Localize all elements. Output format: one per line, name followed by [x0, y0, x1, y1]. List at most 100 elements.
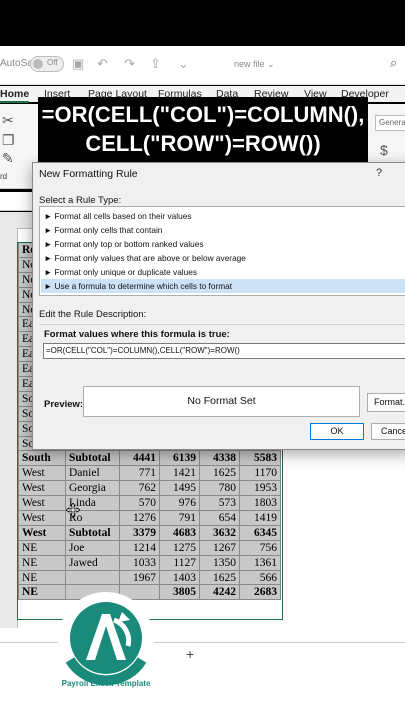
table-cell[interactable]: Joe: [65, 539, 120, 556]
table-cell[interactable]: West: [18, 465, 66, 482]
redo-icon[interactable]: ↷: [124, 56, 135, 72]
tab-home[interactable]: Home: [0, 88, 30, 103]
table-cell[interactable]: West: [18, 480, 66, 497]
table-cell[interactable]: 976: [159, 495, 200, 512]
table-cell[interactable]: Georgia: [65, 480, 120, 497]
table-row: West Linda 570 976 573 1803: [18, 495, 281, 512]
subtotal-row: South Subtotal 4441 6139 4338 5583: [18, 450, 281, 467]
table-cell[interactable]: Subtotal: [65, 524, 120, 541]
table-cell[interactable]: 1276: [119, 510, 160, 526]
add-sheet-button[interactable]: +: [186, 646, 194, 662]
table-cell[interactable]: West: [18, 524, 66, 541]
rule-type-item[interactable]: ► Format only unique or duplicate values: [44, 265, 405, 279]
table-cell[interactable]: 1361: [239, 554, 281, 571]
table-cell[interactable]: 570: [119, 495, 160, 512]
currency-icon[interactable]: $: [380, 142, 388, 158]
table-cell[interactable]: 780: [199, 480, 240, 497]
table-cell[interactable]: 1170: [239, 465, 281, 482]
cut-icon[interactable]: ✂: [2, 112, 14, 129]
table-cell[interactable]: 1495: [159, 480, 200, 497]
format-button[interactable]: Format...: [367, 393, 405, 412]
caption-line-1: =OR(CELL("COL")=COLUMN(),: [41, 102, 365, 127]
rule-type-item[interactable]: ► Format all cells based on their values: [44, 209, 405, 223]
table-cell[interactable]: 1625: [199, 465, 240, 482]
table-cell[interactable]: 1127: [159, 554, 200, 571]
preview-label: Preview:: [44, 399, 84, 410]
search-icon[interactable]: ⌕: [390, 55, 397, 71]
table-cell[interactable]: 762: [119, 480, 160, 497]
table-cell[interactable]: South: [18, 450, 66, 467]
share-icon[interactable]: ⇪: [150, 56, 161, 72]
table-cell[interactable]: 1419: [239, 510, 281, 526]
table-cell[interactable]: NE: [18, 569, 66, 586]
rule-type-item[interactable]: ► Format only cells that contain: [44, 223, 405, 237]
table-cell[interactable]: 4441: [119, 450, 160, 467]
rule-type-item[interactable]: ► Format only top or bottom ranked value…: [44, 237, 405, 251]
svg-text:Payroll Excell Template: Payroll Excell Template: [62, 679, 151, 688]
table-row: West Ro 1276 791 654 1419: [18, 510, 281, 526]
table-cell[interactable]: 1033: [119, 554, 160, 571]
help-icon[interactable]: ?: [376, 167, 382, 179]
more-icon[interactable]: ⌄: [178, 56, 189, 72]
table-cell[interactable]: 1403: [159, 569, 200, 586]
table-row: NE 1967 1403 1625 566: [18, 569, 281, 586]
table-cell[interactable]: West: [18, 495, 66, 512]
rule-type-item[interactable]: ► Format only values that are above or b…: [44, 251, 405, 265]
number-format-box[interactable]: General: [375, 115, 405, 131]
formula-input[interactable]: =OR(CELL("COL")=COLUMN(),CELL("ROW")=ROW…: [43, 343, 405, 359]
table-cell[interactable]: 1953: [239, 480, 281, 497]
table-cell[interactable]: 4338: [199, 450, 240, 467]
preview-box: No Format Set: [83, 386, 360, 417]
table-cell[interactable]: West: [18, 510, 66, 526]
table-cell[interactable]: 6139: [159, 450, 200, 467]
copy-icon[interactable]: ❐: [2, 132, 15, 149]
table-cell[interactable]: 1350: [199, 554, 240, 571]
autosave-toggle[interactable]: Off: [30, 56, 64, 72]
edit-rule-label: Edit the Rule Description:: [39, 309, 147, 320]
toggle-knob: [33, 59, 43, 69]
rule-type-item-selected[interactable]: ► Use a formula to determine which cells…: [41, 279, 405, 293]
table-row: West Daniel 771 1421 1625 1170: [18, 465, 281, 482]
table-cell[interactable]: 791: [159, 510, 200, 526]
table-cell[interactable]: Jawed: [65, 554, 120, 571]
new-formatting-rule-dialog: New Formatting Rule ? Select a Rule Type…: [32, 162, 405, 450]
screen: AutoSave Off ▣ ↶ ↷ ⇪ ⌄ new file ⌄ ⌕ Home…: [0, 0, 405, 720]
table-cell[interactable]: 1214: [119, 539, 160, 556]
table-cell[interactable]: 4242: [199, 584, 240, 601]
subtotal-row: West Subtotal 3379 4683 3632 6345: [18, 524, 281, 541]
table-cell[interactable]: 3632: [199, 524, 240, 541]
caption-line-2: CELL("ROW")=ROW()): [85, 131, 321, 156]
table-cell[interactable]: 756: [239, 539, 281, 556]
save-icon[interactable]: ▣: [72, 56, 84, 72]
table-cell[interactable]: 1803: [239, 495, 281, 512]
formula-label: Format values where this formula is true…: [44, 329, 230, 340]
table-cell[interactable]: 4683: [159, 524, 200, 541]
table-cell[interactable]: Daniel: [65, 465, 120, 482]
table-cell[interactable]: 5583: [239, 450, 281, 467]
table-cell[interactable]: 771: [119, 465, 160, 482]
table-cell[interactable]: 1421: [159, 465, 200, 482]
table-cell[interactable]: 1967: [119, 569, 160, 586]
table-cell[interactable]: 654: [199, 510, 240, 526]
move-cursor-icon: [66, 503, 80, 517]
table-cell[interactable]: NE: [18, 539, 66, 556]
format-painter-icon[interactable]: ✎: [2, 150, 14, 167]
table-cell[interactable]: NE: [18, 554, 66, 571]
table-cell[interactable]: Subtotal: [65, 450, 120, 467]
row-headers: [0, 228, 18, 628]
rule-type-list[interactable]: ► Format all cells based on their values…: [39, 206, 405, 296]
table-cell[interactable]: 6345: [239, 524, 281, 541]
table-cell[interactable]: 566: [239, 569, 281, 586]
table-cell[interactable]: 3379: [119, 524, 160, 541]
table-cell[interactable]: 1625: [199, 569, 240, 586]
table-cell[interactable]: [65, 569, 120, 586]
table-cell[interactable]: 1267: [199, 539, 240, 556]
table-cell[interactable]: 1275: [159, 539, 200, 556]
table-cell[interactable]: 2683: [239, 584, 281, 601]
table-cell[interactable]: 3805: [159, 584, 200, 601]
table-cell[interactable]: 573: [199, 495, 240, 512]
cancel-button[interactable]: Cancel: [371, 423, 405, 440]
undo-icon[interactable]: ↶: [97, 56, 108, 72]
table-row: West Georgia 762 1495 780 1953: [18, 480, 281, 497]
ok-button[interactable]: OK: [310, 423, 364, 440]
